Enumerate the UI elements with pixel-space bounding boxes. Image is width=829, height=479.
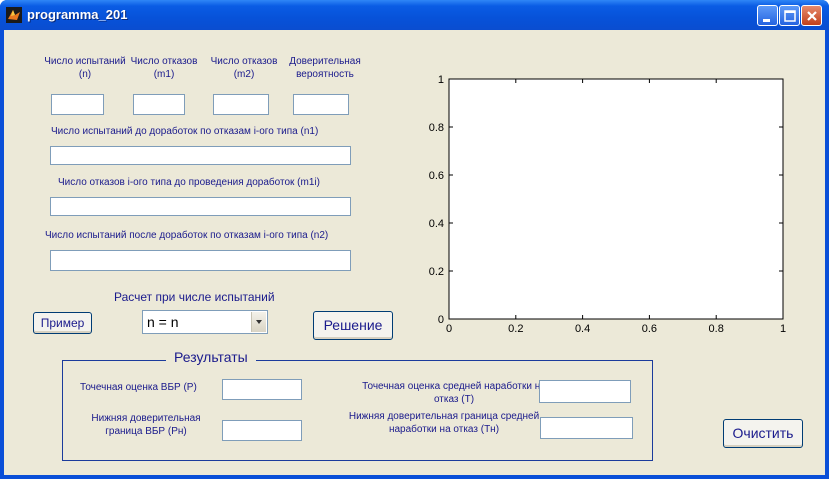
x-tick-label: 0 <box>446 323 452 335</box>
matlab-app-icon <box>6 7 22 23</box>
maximize-icon <box>784 10 796 22</box>
y-tick-label: 0.2 <box>429 266 444 278</box>
y-tick-label: 0.8 <box>429 122 444 134</box>
t-label: Точечная оценка средней наработки на отк… <box>362 381 546 405</box>
title-bar[interactable]: programma_201 <box>0 0 829 30</box>
pn-output[interactable] <box>222 420 302 441</box>
y-tick-label: 0 <box>438 314 444 326</box>
results-group-title: Результаты <box>166 349 256 365</box>
window-client-area: Число испытаний (n) Число отказов (m1) Ч… <box>4 30 825 475</box>
window-title: programma_201 <box>27 7 128 22</box>
y-tick-label: 1 <box>438 74 444 86</box>
t-output[interactable] <box>539 380 631 403</box>
x-tick-label: 0.8 <box>709 323 724 335</box>
maximize-button[interactable] <box>779 5 800 26</box>
x-tick-label: 0.2 <box>508 323 523 335</box>
y-tick-label: 0.4 <box>429 218 444 230</box>
minimize-button[interactable] <box>757 5 778 26</box>
plot-area <box>448 78 784 320</box>
close-button[interactable] <box>801 5 822 26</box>
close-icon <box>807 11 817 21</box>
x-tick-label: 1 <box>780 323 786 335</box>
x-tick-label: 0.4 <box>575 323 590 335</box>
minimize-icon <box>763 19 770 22</box>
x-tick-label: 0.6 <box>642 323 657 335</box>
tn-label: Нижняя доверительная граница средней нар… <box>348 411 540 435</box>
p-label: Точечная оценка ВБР (P) <box>80 382 197 393</box>
tn-output[interactable] <box>540 417 633 439</box>
app-window: programma_201 Число испытаний (n) Число … <box>0 0 829 479</box>
p-output[interactable] <box>222 379 302 400</box>
y-tick-label: 0.6 <box>429 170 444 182</box>
pn-label: Нижняя доверительная граница ВБР (Pн) <box>91 413 201 437</box>
